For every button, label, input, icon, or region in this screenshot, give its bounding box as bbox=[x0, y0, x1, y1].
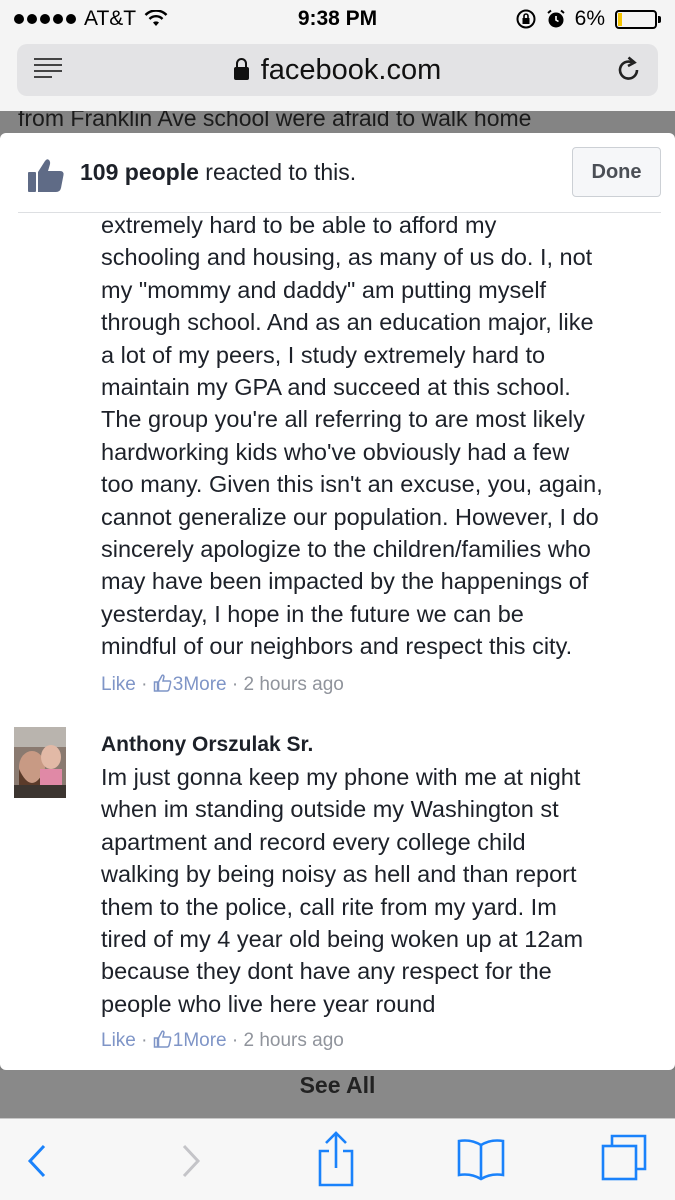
modal-header: 109 people reacted to this. Done bbox=[0, 133, 675, 213]
status-right: 6% bbox=[515, 7, 661, 31]
reactions-link[interactable]: 1More bbox=[153, 1030, 227, 1051]
meta-separator: · bbox=[231, 1030, 239, 1051]
comment-line: may have been impacted by the happenings… bbox=[101, 568, 589, 595]
comment-line: hardworking kids who've obviously had a … bbox=[101, 438, 570, 465]
avatar[interactable] bbox=[14, 727, 66, 798]
meta-separator: · bbox=[231, 674, 239, 695]
tabs-icon[interactable] bbox=[600, 1133, 648, 1183]
comment-line: walking by being noisy as hell and than … bbox=[101, 861, 577, 888]
reactions-count: 1More bbox=[172, 1030, 227, 1051]
comment-line: people who live here year round bbox=[101, 990, 436, 1017]
orientation-lock-icon bbox=[516, 9, 536, 29]
comment-line: sincerely apologize to the children/fami… bbox=[101, 536, 591, 563]
like-link[interactable]: Like bbox=[101, 1030, 136, 1051]
background-page-text: from Franklin Ave school were afraid to … bbox=[18, 111, 532, 131]
comment-line: apartment and record every college child bbox=[101, 828, 526, 855]
comment-line: schooling and housing, as many of us do.… bbox=[101, 244, 593, 271]
comment-author[interactable]: Anthony Orszulak Sr. bbox=[101, 733, 313, 757]
comment-line: extremely hard to be able to afford my bbox=[101, 212, 497, 238]
forward-icon[interactable] bbox=[176, 1143, 204, 1179]
bookmarks-icon[interactable] bbox=[456, 1137, 506, 1181]
comment-line: tired of my 4 year old being woken up at… bbox=[101, 926, 584, 953]
status-bar: AT&T 9:38 PM 6% bbox=[0, 0, 675, 38]
thumbs-up-icon bbox=[28, 159, 64, 192]
like-link[interactable]: Like bbox=[101, 674, 136, 695]
comment-meta: Like · 3More · 2 hours ago bbox=[101, 674, 344, 696]
share-icon[interactable] bbox=[314, 1131, 358, 1187]
url-display[interactable]: facebook.com bbox=[17, 54, 658, 87]
reactions-link[interactable]: 3More bbox=[153, 674, 227, 695]
reaction-summary: 109 people reacted to this. bbox=[80, 159, 356, 186]
browser-url-area: facebook.com bbox=[0, 38, 675, 111]
signal-strength-icon bbox=[14, 14, 76, 24]
comment-line: my "mommy and daddy" am putting myself bbox=[101, 276, 547, 303]
comment-line: maintain my GPA and succeed at this scho… bbox=[101, 374, 571, 401]
wifi-icon bbox=[144, 10, 168, 26]
comment-meta: Like · 1More · 2 hours ago bbox=[101, 1030, 344, 1052]
comment-line: because they dont have any respect for t… bbox=[101, 958, 552, 985]
comment-time: 2 hours ago bbox=[243, 1030, 344, 1051]
battery-icon bbox=[615, 9, 661, 29]
reload-icon[interactable] bbox=[616, 56, 642, 84]
like-outline-icon bbox=[153, 674, 172, 692]
meta-separator: · bbox=[141, 674, 148, 695]
lock-icon bbox=[233, 57, 249, 80]
comment-line: too many. Given this isn't an excuse, yo… bbox=[101, 471, 603, 498]
reactions-count: 3More bbox=[172, 674, 227, 695]
comment-line: when im standing outside my Washington s… bbox=[101, 796, 559, 823]
address-bar[interactable]: facebook.com bbox=[17, 44, 658, 96]
browser-toolbar bbox=[0, 1118, 675, 1200]
reaction-count: 109 people bbox=[80, 159, 199, 185]
carrier-label: AT&T bbox=[84, 7, 137, 30]
url-text: facebook.com bbox=[260, 53, 442, 86]
meta-separator: · bbox=[141, 1030, 148, 1051]
comment-line: yesterday, I hope in the future we can b… bbox=[101, 600, 524, 627]
comment-line: mindful of our neighbors and respect thi… bbox=[101, 633, 573, 660]
alarm-icon bbox=[547, 9, 565, 28]
comment-time: 2 hours ago bbox=[243, 674, 344, 695]
comment-line: them to the police, call rite from my ya… bbox=[101, 893, 557, 920]
reaction-suffix: reacted to this. bbox=[198, 159, 357, 185]
battery-percentage: 6% bbox=[574, 7, 605, 30]
comment-line: a lot of my peers, I study extremely har… bbox=[101, 341, 546, 368]
like-outline-icon bbox=[153, 1030, 172, 1048]
comment-line: Im just gonna keep my phone with me at n… bbox=[101, 764, 581, 790]
see-all-area: See All bbox=[0, 1070, 675, 1118]
comment-body: extremely hard to be able to afford my s… bbox=[101, 209, 666, 663]
back-icon[interactable] bbox=[24, 1143, 52, 1179]
status-left: AT&T bbox=[14, 7, 168, 31]
comment-body: Im just gonna keep my phone with me at n… bbox=[101, 761, 666, 1020]
comment-line: through school. And as an education majo… bbox=[101, 309, 594, 336]
reactions-modal: 109 people reacted to this. Done extreme… bbox=[0, 133, 675, 1070]
comment-line: The group you're all referring to are mo… bbox=[101, 406, 585, 433]
done-button[interactable]: Done bbox=[572, 147, 661, 197]
see-all-link[interactable]: See All bbox=[0, 1072, 675, 1099]
comment-line: cannot generalize our population. Howeve… bbox=[101, 503, 599, 530]
